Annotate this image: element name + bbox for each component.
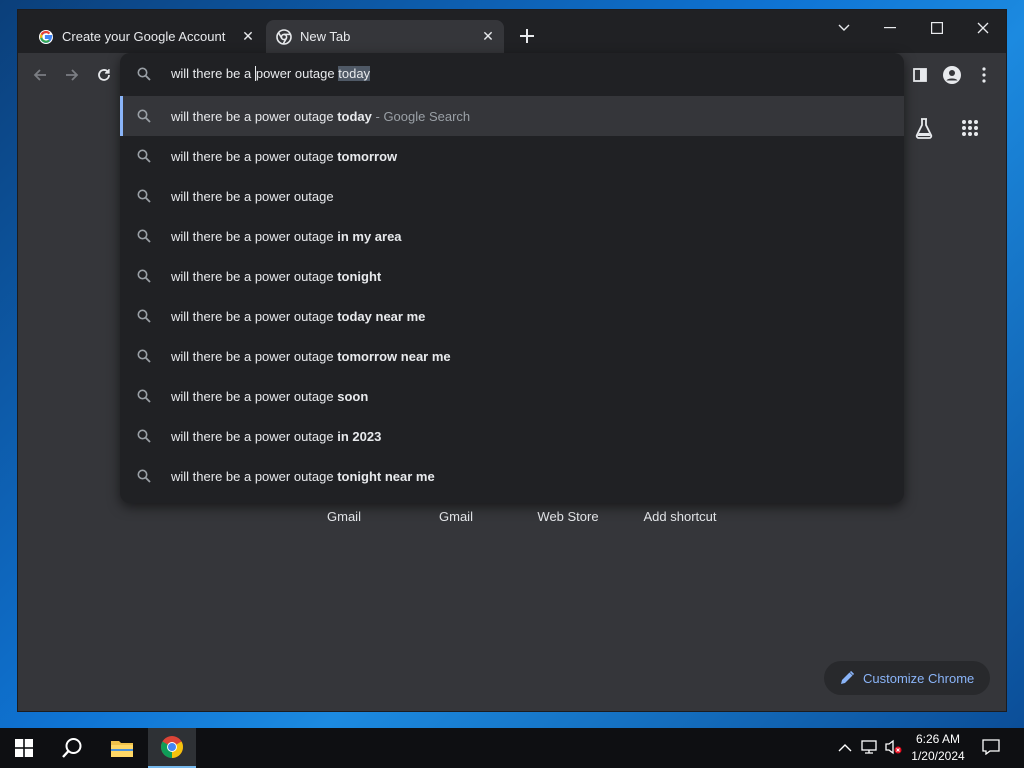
suggestion-text: will there be a power outage tomorrow ne… <box>171 349 451 364</box>
pencil-icon <box>840 671 854 685</box>
suggestion-text: will there be a power outage today near … <box>171 309 425 324</box>
search-icon <box>137 229 151 243</box>
minimize-icon[interactable] <box>867 14 913 42</box>
typed-rest: power outage <box>255 66 339 81</box>
omnibox-dropdown: will there be a power outage today will … <box>120 53 904 503</box>
search-icon <box>137 349 151 363</box>
suggestion-completion: today near me <box>337 309 426 324</box>
suggestion-base: will there be a power outage <box>171 229 338 244</box>
omnibox-suggestion[interactable]: will there be a power outage tonight <box>120 256 904 296</box>
omnibox-suggestion[interactable]: will there be a power outage in my area <box>120 216 904 256</box>
forward-arrow-icon[interactable] <box>59 62 85 88</box>
suggestion-base: will there be a power outage <box>171 149 338 164</box>
file-explorer-icon[interactable] <box>98 728 146 768</box>
labs-flask-icon[interactable] <box>914 117 938 141</box>
suggestion-base: will there be a power outage <box>171 189 334 204</box>
close-tab-icon[interactable]: ✕ <box>480 28 496 45</box>
shortcut-gmail-1[interactable]: Gmail <box>299 509 389 524</box>
omnibox-suggestion[interactable]: will there be a power outage today near … <box>120 296 904 336</box>
suggestion-text: will there be a power outage tonight <box>171 269 381 284</box>
suggestion-base: will there be a power outage <box>171 269 338 284</box>
address-bar[interactable]: will there be a power outage today <box>120 53 904 95</box>
suggestion-base: will there be a power outage <box>171 349 338 364</box>
volume-muted-icon[interactable] <box>885 739 905 757</box>
clock-time: 6:26 AM <box>915 732 961 746</box>
search-icon <box>137 309 151 323</box>
shortcut-add[interactable]: Add shortcut <box>635 509 725 524</box>
reload-icon[interactable] <box>91 62 117 88</box>
windows-taskbar: 6:26 AM 1/20/2024 <box>0 728 1024 768</box>
back-arrow-icon[interactable] <box>27 62 53 88</box>
typed-prefix: will there be a <box>171 66 252 81</box>
tab-create-google-account[interactable]: Create your Google Account ✕ <box>28 20 264 53</box>
tab-strip: Create your Google Account ✕ New Tab ✕ <box>18 10 1006 53</box>
omnibox-suggestion[interactable]: will there be a power outage tomorrow <box>120 136 904 176</box>
chrome-taskbar-icon[interactable] <box>148 728 196 768</box>
suggestion-text: will there be a power outage tomorrow <box>171 149 397 164</box>
shortcut-gmail-2[interactable]: Gmail <box>411 509 501 524</box>
omnibox-suggestion[interactable]: will there be a power outage soon <box>120 376 904 416</box>
profile-avatar-icon[interactable] <box>939 62 965 88</box>
omnibox-suggestion[interactable]: will there be a power outage tonight nea… <box>120 456 904 496</box>
system-clock[interactable]: 6:26 AM 1/20/2024 <box>906 731 970 765</box>
apps-grid-icon[interactable] <box>961 119 981 139</box>
suggestion-completion: tomorrow <box>337 149 398 164</box>
suggestion-completion: tonight near me <box>337 469 435 484</box>
search-icon <box>137 149 151 163</box>
suggestion-text: will there be a power outage tonight nea… <box>171 469 435 484</box>
omnibox-suggestion[interactable]: will there be a power outage today - Goo… <box>120 96 904 136</box>
suggestion-text: will there be a power outage <box>171 189 334 204</box>
suggestion-completion: today <box>337 109 372 124</box>
omnibox-suggestion[interactable]: will there be a power outage <box>120 176 904 216</box>
windows-start-icon[interactable] <box>0 728 48 768</box>
suggestion-completion: in my area <box>337 229 402 244</box>
close-tab-icon[interactable]: ✕ <box>240 28 256 45</box>
search-icon <box>137 389 151 403</box>
taskbar-search-icon[interactable] <box>48 728 96 768</box>
chrome-icon <box>276 28 292 45</box>
maximize-icon[interactable] <box>914 14 960 42</box>
search-icon <box>137 189 151 203</box>
suggestion-completion: soon <box>337 389 369 404</box>
tab-title: Create your Google Account <box>62 29 226 44</box>
chevron-up-icon[interactable] <box>838 740 854 756</box>
suggestion-base: will there be a power outage <box>171 429 338 444</box>
tab-search-chevron-icon[interactable] <box>821 14 867 42</box>
more-menu-icon[interactable] <box>971 62 997 88</box>
suggestion-completion: tomorrow near me <box>337 349 451 364</box>
address-input-text[interactable]: will there be a power outage today <box>171 66 371 81</box>
autocomplete-selection: today <box>338 66 371 81</box>
suggestion-text: will there be a power outage soon <box>171 389 368 404</box>
customize-chrome-button[interactable]: Customize Chrome <box>824 661 990 695</box>
suggestion-base: will there be a power outage <box>171 309 338 324</box>
notification-icon[interactable] <box>982 739 1002 757</box>
suggestion-text: will there be a power outage in my area <box>171 229 402 244</box>
suggestion-completion: in 2023 <box>337 429 382 444</box>
search-icon <box>137 429 151 443</box>
omnibox-suggestion[interactable]: will there be a power outage in 2023 <box>120 416 904 456</box>
clock-date: 1/20/2024 <box>911 749 965 763</box>
suggestion-base: will there be a power outage <box>171 109 338 124</box>
close-window-icon[interactable] <box>960 14 1006 42</box>
omnibox-suggestion[interactable]: will there be a power outage tomorrow ne… <box>120 336 904 376</box>
search-icon <box>137 269 151 283</box>
suggestion-text: will there be a power outage today - Goo… <box>171 109 470 124</box>
suggestion-base: will there be a power outage <box>171 469 338 484</box>
suggestion-completion: tonight <box>337 269 382 284</box>
suggestion-hint: - Google Search <box>371 109 471 124</box>
suggestion-text: will there be a power outage in 2023 <box>171 429 381 444</box>
customize-label: Customize Chrome <box>863 670 975 686</box>
tab-new-tab[interactable]: New Tab ✕ <box>266 20 504 53</box>
google-g-icon <box>38 29 54 45</box>
shortcut-web-store[interactable]: Web Store <box>523 509 613 524</box>
search-icon <box>137 469 151 483</box>
suggestion-base: will there be a power outage <box>171 389 338 404</box>
search-icon <box>137 109 151 123</box>
new-tab-plus-icon[interactable] <box>518 27 536 45</box>
side-panel-icon[interactable] <box>907 62 933 88</box>
network-icon[interactable] <box>861 739 881 757</box>
search-icon <box>137 67 151 86</box>
tab-title: New Tab <box>300 29 351 44</box>
